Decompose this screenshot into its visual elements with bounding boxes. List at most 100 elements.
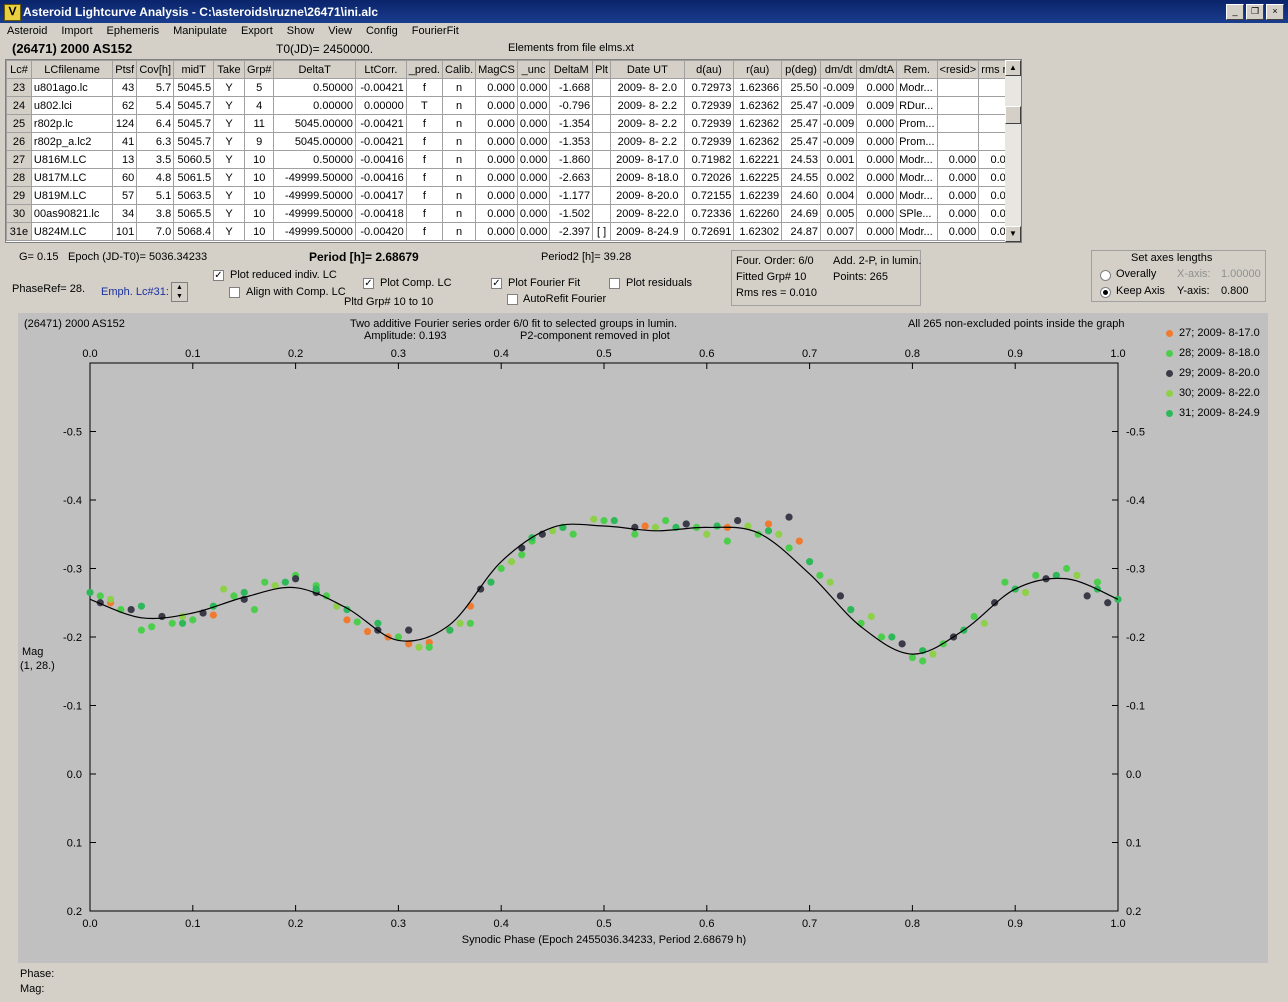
align-comp-checkbox[interactable] <box>229 287 240 298</box>
table-cell[interactable]: 1.62302 <box>733 222 783 241</box>
scroll-up-icon[interactable]: ▲ <box>1005 60 1021 76</box>
table-cell[interactable]: 1.62260 <box>733 204 783 223</box>
row-header[interactable]: 27 <box>6 150 32 169</box>
table-cell[interactable]: Prom... <box>896 114 938 133</box>
table-cell[interactable]: 3.8 <box>136 204 175 223</box>
table-cell[interactable]: Modr... <box>896 78 938 97</box>
menu-manipulate[interactable]: Manipulate <box>166 23 234 41</box>
table-cell[interactable]: 24.53 <box>781 150 822 169</box>
table-cell[interactable]: n <box>441 204 477 223</box>
table-cell[interactable] <box>592 114 611 133</box>
table-cell[interactable]: 0.000 <box>475 114 518 133</box>
table-cell[interactable]: 0.000 <box>856 222 898 241</box>
column-header[interactable]: LtCorr. <box>354 60 407 79</box>
table-cell[interactable]: 0.000 <box>475 168 518 187</box>
table-cell[interactable]: 0.71982 <box>683 150 735 169</box>
table-cell[interactable]: 3.5 <box>136 150 175 169</box>
table-row[interactable]: 29 U819M.LC 57 5.1 5063.5 Y 10 -49999.50000 -0.0… <box>6 186 1021 205</box>
table-cell[interactable]: 0.000 <box>856 186 898 205</box>
column-header[interactable]: LCfilename <box>30 60 114 79</box>
table-scrollbar[interactable]: ▲ ▼ <box>1005 60 1021 242</box>
plot-fourier-checkbox[interactable]: ✓ <box>491 278 502 289</box>
table-cell[interactable]: 2009- 8- 2.0 <box>610 78 685 97</box>
table-cell[interactable]: 24.60 <box>781 186 822 205</box>
spin-up-icon[interactable]: ▲ <box>172 283 187 292</box>
table-cell[interactable]: 0.000 <box>475 204 518 223</box>
table-cell[interactable]: 2009- 8-22.0 <box>610 204 685 223</box>
column-header[interactable]: d(au) <box>683 60 735 79</box>
period-value[interactable]: Period [h]= 2.68679 <box>309 250 419 264</box>
table-cell[interactable]: 0.005 <box>820 204 858 223</box>
table-cell[interactable]: 1.62366 <box>733 78 783 97</box>
table-cell[interactable]: 0.000 <box>516 168 551 187</box>
table-cell[interactable]: 57 <box>112 186 138 205</box>
table-cell[interactable] <box>936 132 980 151</box>
column-header[interactable]: p(deg) <box>781 60 822 79</box>
table-cell[interactable]: 0.007 <box>820 222 858 241</box>
table-cell[interactable]: 5045.00000 <box>273 114 356 133</box>
table-cell[interactable]: Y <box>213 186 245 205</box>
row-header[interactable]: 24 <box>6 96 32 115</box>
table-cell[interactable]: 0.72939 <box>683 114 735 133</box>
column-header[interactable]: Plt <box>592 60 611 79</box>
table-cell[interactable]: 4.8 <box>136 168 175 187</box>
table-cell[interactable]: 5045.7 <box>173 96 215 115</box>
table-cell[interactable]: 10 <box>243 150 275 169</box>
table-cell[interactable]: 24.87 <box>781 222 822 241</box>
table-cell[interactable]: Y <box>213 96 245 115</box>
period2-value[interactable]: Period2 [h]= 39.28 <box>541 251 631 263</box>
table-cell[interactable]: -0.00416 <box>354 150 407 169</box>
table-cell[interactable]: -49999.50000 <box>273 204 356 223</box>
table-row[interactable]: 26 r802p_a.lc2 41 6.3 5045.7 Y 9 5045.00000 -0.0… <box>6 132 1021 151</box>
table-cell[interactable]: 11 <box>243 114 275 133</box>
table-cell[interactable]: 5061.5 <box>173 168 215 187</box>
table-cell[interactable]: -1.353 <box>549 132 594 151</box>
table-cell[interactable]: 5063.5 <box>173 186 215 205</box>
row-header[interactable]: 23 <box>6 78 32 97</box>
column-header[interactable]: midT <box>173 60 215 79</box>
table-cell[interactable]: Y <box>213 114 245 133</box>
table-cell[interactable]: 0.001 <box>820 150 858 169</box>
table-cell[interactable] <box>592 78 611 97</box>
table-cell[interactable]: -2.397 <box>549 222 594 241</box>
table-cell[interactable]: 2009- 8-18.0 <box>610 168 685 187</box>
column-header[interactable]: Cov[h] <box>136 60 175 79</box>
row-header[interactable]: 26 <box>6 132 32 151</box>
table-cell[interactable]: -1.668 <box>549 78 594 97</box>
table-cell[interactable]: RDur... <box>896 96 938 115</box>
table-row[interactable]: 25 r802p.lc 124 6.4 5045.7 Y 11 5045.00000 -0.00… <box>6 114 1021 133</box>
table-cell[interactable]: f <box>405 78 444 97</box>
table-cell[interactable]: f <box>405 186 444 205</box>
plot-reduced-checkbox[interactable]: ✓ <box>213 270 224 281</box>
table-cell[interactable]: 0.00000 <box>273 96 356 115</box>
table-cell[interactable]: -49999.50000 <box>273 168 356 187</box>
table-cell[interactable]: Y <box>213 168 245 187</box>
table-cell[interactable]: 2009- 8-20.0 <box>610 186 685 205</box>
table-cell[interactable] <box>592 168 611 187</box>
table-cell[interactable]: U819M.LC <box>30 186 114 205</box>
table-cell[interactable]: 2009- 8- 2.2 <box>610 132 685 151</box>
table-cell[interactable]: 0.000 <box>516 96 551 115</box>
table-cell[interactable]: 25.47 <box>781 114 822 133</box>
table-cell[interactable]: -0.00421 <box>354 114 407 133</box>
table-cell[interactable]: 2009- 8-24.9 <box>610 222 685 241</box>
table-cell[interactable]: 6.4 <box>136 114 175 133</box>
column-header[interactable]: _pred. <box>405 60 444 79</box>
table-cell[interactable]: 41 <box>112 132 138 151</box>
table-cell[interactable]: 0.50000 <box>273 150 356 169</box>
table-cell[interactable]: -0.796 <box>549 96 594 115</box>
table-cell[interactable]: 1.62362 <box>733 114 783 133</box>
table-cell[interactable] <box>592 96 611 115</box>
table-cell[interactable]: 5045.00000 <box>273 132 356 151</box>
menu-export[interactable]: Export <box>234 23 280 41</box>
table-cell[interactable]: 0.50000 <box>273 78 356 97</box>
table-cell[interactable]: -0.009 <box>820 114 858 133</box>
table-cell[interactable]: 0.000 <box>856 78 898 97</box>
table-cell[interactable]: -1.177 <box>549 186 594 205</box>
table-cell[interactable]: 5.7 <box>136 78 175 97</box>
table-cell[interactable]: 0.000 <box>516 204 551 223</box>
table-row[interactable]: 23 u801ago.lc 43 5.7 5045.5 Y 5 0.50000 -0.00421… <box>6 78 1021 97</box>
table-cell[interactable]: f <box>405 150 444 169</box>
column-header[interactable]: <resid> <box>936 60 980 79</box>
table-cell[interactable]: -2.663 <box>549 168 594 187</box>
